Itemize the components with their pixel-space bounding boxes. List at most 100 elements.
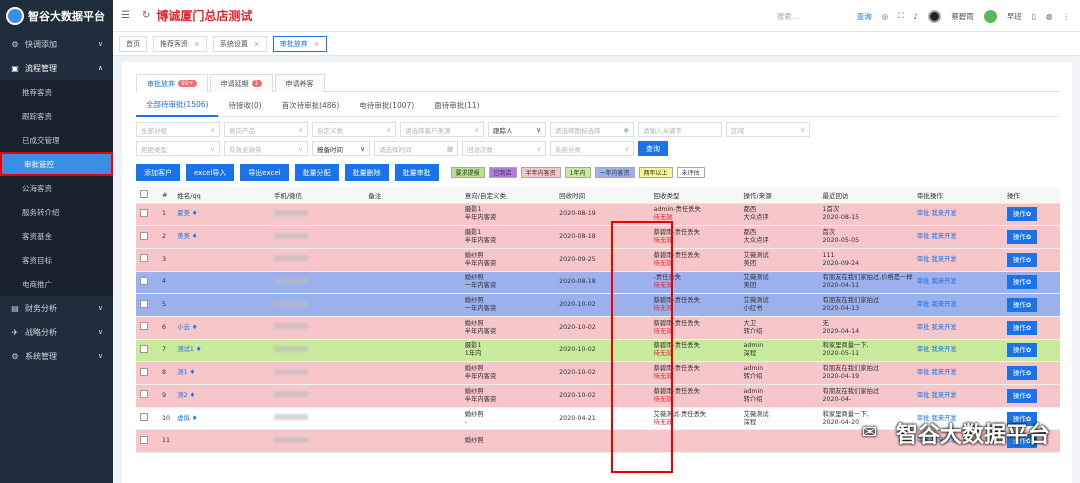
develop-link[interactable]: 我来开发 xyxy=(932,210,957,217)
customer-name[interactable]: 夏美 xyxy=(177,210,190,217)
query-link[interactable]: 查询 xyxy=(857,11,872,22)
source-select[interactable]: 请选择客户来源 ∨ xyxy=(400,122,484,137)
table-row[interactable]: 4 婚纱照 一年内客资 2020-08-18 -责任丢失 待无效 艾薇测试 美团 有朋友在我们家… xyxy=(136,271,1060,295)
batch-delete-button[interactable]: 批量删除 xyxy=(344,164,389,181)
menu-item-system[interactable]: ⚙ 系统管理 ∨ xyxy=(0,344,113,368)
avatar[interactable] xyxy=(928,9,942,23)
region-select[interactable]: 区域 ∨ xyxy=(726,122,810,137)
sidebar-item-public-pool[interactable]: 公海客资 xyxy=(0,176,113,200)
tab-nurture[interactable]: 申请养客 xyxy=(274,74,325,92)
row-checkbox[interactable] xyxy=(140,299,148,308)
approve-link[interactable]: 审批 xyxy=(917,324,930,331)
table-row[interactable]: 3 婚纱照 半年内客资 2020-09-25 蔡碧雨-责任丢失 待无效 艾薇测试 美团 111 2… xyxy=(136,248,1060,272)
row-checkbox[interactable] xyxy=(140,254,148,263)
date-input[interactable]: 请选择时间 ▦ xyxy=(374,141,458,156)
batch-assign-button[interactable]: 批量分配 xyxy=(294,164,339,181)
customer-name[interactable]: 美美 xyxy=(177,233,190,240)
row-checkbox[interactable] xyxy=(140,435,148,444)
group-select[interactable]: 全部分组 ∨ xyxy=(136,122,220,137)
operate-button[interactable]: 操作✿ xyxy=(1006,207,1038,222)
customer-name[interactable]: 虚拟 xyxy=(177,415,190,422)
keyword-input[interactable]: 请输入关键字 xyxy=(638,122,722,137)
target-icon[interactable]: ◎ xyxy=(882,12,889,21)
customer-name[interactable]: 小云 xyxy=(177,324,190,331)
bell-icon[interactable]: ♪ xyxy=(914,12,919,21)
user-name[interactable]: 蔡碧雨 xyxy=(951,11,974,22)
row-checkbox[interactable] xyxy=(140,390,148,399)
export-excel-button[interactable]: 导出excel xyxy=(240,164,289,181)
operate-button[interactable]: 操作✿ xyxy=(1006,366,1038,381)
menu-toggle-icon[interactable]: ☰ xyxy=(121,10,130,21)
menu-item-quick-add[interactable]: ⚙ 快调添加 ∨ xyxy=(0,32,113,56)
approve-link[interactable]: 审批 xyxy=(917,256,930,263)
approve-link[interactable]: 审批 xyxy=(917,210,930,217)
operate-button[interactable]: 操作✿ xyxy=(1006,298,1038,313)
sidebar-item-target[interactable]: 客资目标 xyxy=(0,248,113,272)
close-icon[interactable]: × xyxy=(314,40,320,48)
close-icon[interactable]: × xyxy=(194,40,200,48)
product-select[interactable]: 意向产品 ∨ xyxy=(224,122,308,137)
table-row[interactable]: 5 婚纱照 一年内客资 2020-10-02 蔡碧雨-责任丢失 待无效 艾薇测试 小红书 有朋友… xyxy=(136,293,1060,317)
row-checkbox[interactable] xyxy=(140,367,148,376)
approve-link[interactable]: 审批 xyxy=(917,369,930,376)
approve-link[interactable]: 审批 xyxy=(917,301,930,308)
tab-abandon[interactable]: 审批放弃 99+ xyxy=(136,74,208,92)
table-row[interactable]: 6 小云 ♦ 婚纱照 半年内客资 2020-10-02 蔡碧雨-责任丢失 待无效 大卫 转介绍无… xyxy=(136,316,1060,340)
sidebar-item-approval[interactable]: 审批管控 xyxy=(0,152,113,176)
tag-settings[interactable]: 系统设置 × xyxy=(212,35,267,52)
subtab-receive[interactable]: 待接收(0) xyxy=(218,95,271,117)
sidebar-item-referral[interactable]: 服务转介绍 xyxy=(0,200,113,224)
refresh-icon[interactable]: ↻ xyxy=(142,10,150,21)
tracker-select[interactable]: 跟踪人 ∨ xyxy=(488,122,546,137)
select-all-checkbox[interactable] xyxy=(140,189,148,198)
table-row[interactable]: 1 夏美 ♦ 摄影1 半年内客资 2020-08-19 admin-责任丢失 待无效 都西 大众… xyxy=(136,203,1060,227)
develop-link[interactable]: 我来开发 xyxy=(932,324,957,331)
row-checkbox[interactable] xyxy=(140,413,148,422)
menu-item-process-management[interactable]: ▣ 流程管理 ∧ xyxy=(0,56,113,80)
menu-item-finance[interactable]: ▤ 财务分析 ∨ xyxy=(0,296,113,320)
system-class-select[interactable]: 系统分类 ∨ xyxy=(550,141,634,156)
develop-link[interactable]: 我来开发 xyxy=(932,346,957,353)
row-checkbox[interactable] xyxy=(140,208,148,217)
excel-import-button[interactable]: excel导入 xyxy=(186,164,235,181)
tab-extension[interactable]: 申请延期 1 xyxy=(209,74,273,92)
sidebar-item-deals[interactable]: 已成交管理 xyxy=(0,128,113,152)
report-time-select[interactable]: 报备时间 ∨ xyxy=(312,141,370,156)
develop-link[interactable]: 我来开发 xyxy=(932,233,957,240)
shift-label[interactable]: 早班 xyxy=(1007,11,1022,22)
close-icon[interactable]: × xyxy=(254,40,260,48)
operate-button[interactable]: 操作✿ xyxy=(1006,343,1038,358)
approve-link[interactable]: 审批 xyxy=(917,346,930,353)
operate-button[interactable]: 操作✿ xyxy=(1006,388,1038,403)
valid-select[interactable]: 有效无效带 ∨ xyxy=(224,141,308,156)
row-checkbox[interactable] xyxy=(140,231,148,240)
develop-link[interactable]: 我来开发 xyxy=(932,392,957,399)
subtab-first[interactable]: 首次待审批(486) xyxy=(272,95,350,117)
tag-approval[interactable]: 审批放弃 × xyxy=(272,35,327,52)
visit-count-select[interactable]: 回访次数 ∨ xyxy=(462,141,546,156)
tag-home[interactable]: 首页 xyxy=(119,35,147,52)
customer-name[interactable]: 测1 xyxy=(177,369,187,376)
develop-link[interactable]: 我来开发 xyxy=(932,301,957,308)
customer-name[interactable]: 测2 xyxy=(177,392,187,399)
menu-item-strategy[interactable]: ✈ 战略分析 ∨ xyxy=(0,320,113,344)
approve-link[interactable]: 审批 xyxy=(917,392,930,399)
operate-button[interactable]: 操作✿ xyxy=(1006,275,1038,290)
table-row[interactable]: 2 美美 ♦ 摄影1 半年内客资 2020-08-18 蔡碧雨-责任丢失 待无效 都西 大众点评… xyxy=(136,225,1060,249)
phone-icon[interactable]: ▯ xyxy=(1032,12,1036,21)
develop-link[interactable]: 我来开发 xyxy=(932,369,957,376)
customer-name[interactable]: 测试1 xyxy=(177,346,194,353)
table-row[interactable]: 9 测2 ♦ 婚纱照 半年内客资 2020-10-02 蔡碧雨-责任丢失 待无效 admin 转… xyxy=(136,384,1060,408)
search-input[interactable]: 搜索... xyxy=(777,11,847,22)
sidebar-item-fund[interactable]: 客资基金 xyxy=(0,224,113,248)
sidebar-item-tracking[interactable]: 跟踪客资 xyxy=(0,104,113,128)
more-icon[interactable]: ⋮ xyxy=(1063,12,1071,21)
sidebar-item-ecommerce[interactable]: 电商推广 xyxy=(0,272,113,296)
row-checkbox[interactable] xyxy=(140,322,148,331)
approve-link[interactable]: 审批 xyxy=(917,278,930,285)
develop-link[interactable]: 我来开发 xyxy=(932,278,957,285)
table-row[interactable]: 7 测试1 ♦ 摄影1 1年内 2020-10-02 蔡碧雨-责任丢失 待无效 admin 深程… xyxy=(136,339,1060,363)
subtab-face[interactable]: 面待审批(11) xyxy=(424,95,489,117)
icon-select[interactable]: 请选择图标选择 ◉ xyxy=(550,122,634,137)
fullscreen-icon[interactable]: ⛶ xyxy=(898,11,903,21)
